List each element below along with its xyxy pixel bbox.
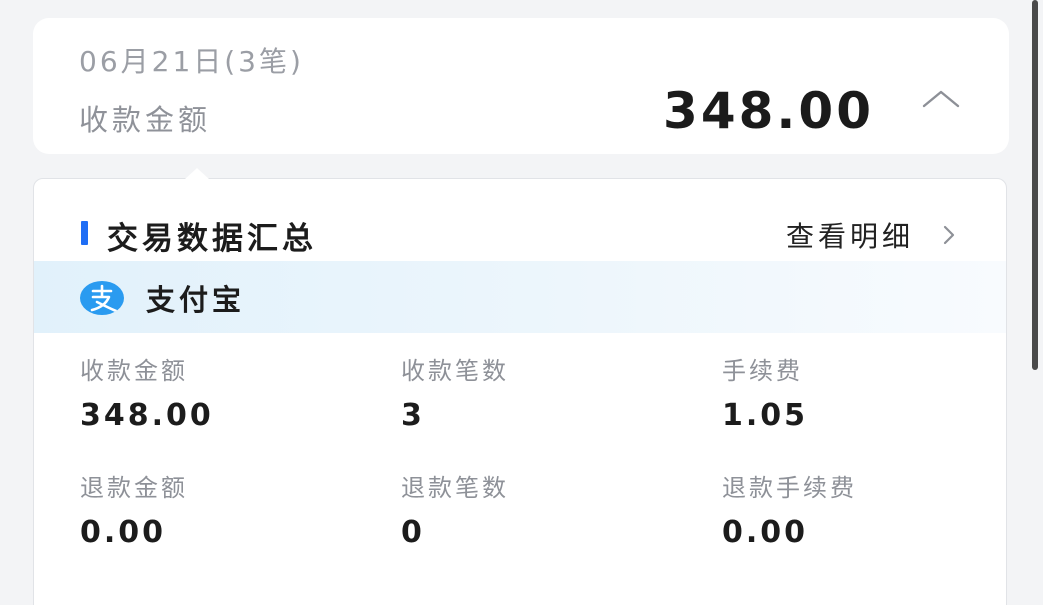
view-details-label: 查看明细 xyxy=(785,220,914,253)
stat-refund-fee: 退款手续费 0.00 xyxy=(722,468,857,550)
stat-label: 手续费 xyxy=(722,357,803,385)
stat-refund-count: 退款笔数 0 xyxy=(401,468,509,550)
stat-collection-amount: 收款金额 348.00 xyxy=(80,351,214,433)
stat-value: 3 xyxy=(401,398,425,433)
stat-value: 1.05 xyxy=(722,398,809,433)
day-summary-title: 06月21日(3笔) xyxy=(79,45,304,78)
stat-fee: 手续费 1.05 xyxy=(722,351,808,433)
stat-value: 0.00 xyxy=(722,515,809,550)
alipay-icon xyxy=(80,281,124,315)
stat-value: 0.00 xyxy=(80,515,167,550)
summary-panel: 交易数据汇总 查看明细 支付宝 收款金额 348.00 收款笔数 3 手续费 1… xyxy=(33,178,1007,605)
section-accent-bar xyxy=(81,221,88,245)
day-amount-value: 348.00 xyxy=(663,82,874,140)
chevron-right-icon xyxy=(943,225,955,245)
stat-label: 收款笔数 xyxy=(401,357,509,385)
stat-label: 退款笔数 xyxy=(401,474,509,502)
stat-label: 收款金额 xyxy=(80,357,188,385)
payment-channel-name: 支付宝 xyxy=(146,283,246,317)
stat-value: 0 xyxy=(401,515,425,550)
day-amount-label: 收款金额 xyxy=(79,103,212,137)
stat-label: 退款金额 xyxy=(80,474,188,502)
payment-channel-row: 支付宝 xyxy=(34,261,1006,333)
view-details-link[interactable]: 查看明细 xyxy=(786,215,956,255)
stat-refund-amount: 退款金额 0.00 xyxy=(80,468,188,550)
transaction-summary-page: 06月21日(3笔) 收款金额 348.00 交易数据汇总 查看明细 支付宝 收… xyxy=(0,0,1043,605)
stat-value: 348.00 xyxy=(80,398,214,433)
chevron-up-icon xyxy=(922,90,960,108)
panel-pointer xyxy=(185,168,209,179)
section-title: 交易数据汇总 xyxy=(107,221,317,257)
collapse-button[interactable] xyxy=(921,84,961,114)
stat-label: 退款手续费 xyxy=(722,474,857,502)
day-summary-card[interactable]: 06月21日(3笔) 收款金额 348.00 xyxy=(33,18,1009,154)
scrollbar[interactable] xyxy=(1032,0,1038,370)
stat-collection-count: 收款笔数 3 xyxy=(401,351,509,433)
